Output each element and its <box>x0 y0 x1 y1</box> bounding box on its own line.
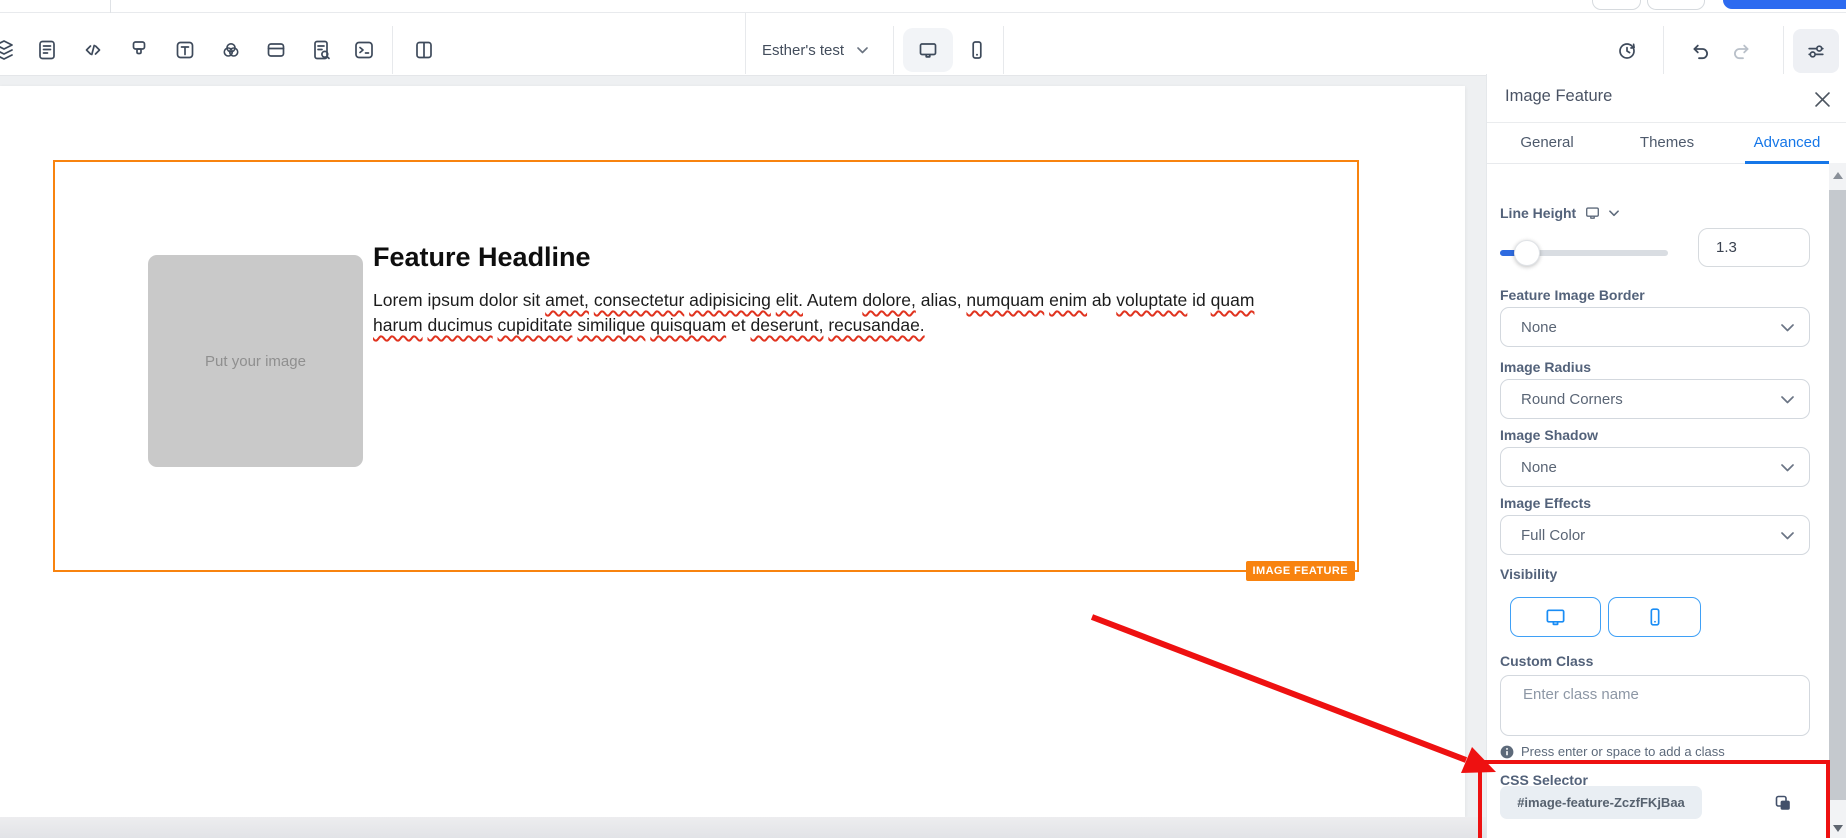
desktop-mini-icon[interactable] <box>1584 206 1601 221</box>
block-type-badge[interactable]: IMAGE FEATURE <box>1246 561 1355 581</box>
image-effects-label: Image Effects <box>1500 495 1591 511</box>
info-icon <box>1500 745 1514 759</box>
chevron-down-icon <box>1781 396 1794 404</box>
image-shadow-label: Image Shadow <box>1500 427 1598 443</box>
notes-icon <box>35 38 59 62</box>
color-circles-icon <box>219 38 243 62</box>
toolbar-divider <box>893 26 894 74</box>
feature-image-border-select[interactable]: None <box>1500 307 1810 347</box>
terminal-icon <box>352 38 376 62</box>
colors-tool-button[interactable] <box>213 32 249 68</box>
feature-image-border-label: Feature Image Border <box>1500 287 1645 303</box>
layers-tool-button[interactable] <box>0 32 22 68</box>
redo-button[interactable] <box>1724 32 1760 68</box>
text-tool-button[interactable] <box>167 32 203 68</box>
toolbar-divider <box>1783 26 1784 74</box>
partial-button-2[interactable] <box>1647 0 1705 10</box>
image-radius-select[interactable]: Round Corners <box>1500 379 1810 419</box>
chevron-down-icon[interactable] <box>1609 210 1619 217</box>
custom-class-hint: Press enter or space to add a class <box>1500 744 1725 759</box>
chevron-down-icon <box>1781 532 1794 540</box>
columns-icon <box>412 38 436 62</box>
notes-tool-button[interactable] <box>29 32 65 68</box>
chevron-down-icon <box>857 47 868 54</box>
close-icon <box>1815 92 1830 107</box>
tab-advanced[interactable]: Advanced <box>1727 122 1846 163</box>
desktop-preview-button[interactable] <box>903 28 953 72</box>
panel-header: Image Feature <box>1487 74 1846 123</box>
card-tool-button[interactable] <box>258 32 294 68</box>
panel-tabs: General Themes Advanced <box>1487 122 1846 164</box>
undo-icon <box>1688 38 1712 62</box>
visibility-mobile-button[interactable] <box>1608 597 1701 637</box>
toolbar-divider <box>392 26 393 74</box>
visibility-label: Visibility <box>1500 566 1557 582</box>
terminal-tool-button[interactable] <box>346 32 382 68</box>
desktop-icon <box>1544 606 1567 629</box>
panel-scrollbar[interactable] <box>1829 163 1846 838</box>
slider-handle[interactable] <box>1514 240 1540 266</box>
top-header-sliver <box>0 0 1846 12</box>
project-name: Esther's test <box>762 42 844 59</box>
scrollbar-thumb[interactable] <box>1829 190 1846 800</box>
partial-primary-button[interactable] <box>1723 0 1846 9</box>
image-shadow-select[interactable]: None <box>1500 447 1810 487</box>
image-effects-select[interactable]: Full Color <box>1500 515 1810 555</box>
text-icon <box>173 38 197 62</box>
toolbar-divider <box>1003 26 1004 74</box>
panel-title: Image Feature <box>1505 87 1612 106</box>
line-height-value-input[interactable] <box>1698 228 1810 267</box>
mobile-preview-button[interactable] <box>955 28 999 72</box>
selected-block-outline[interactable]: IMAGE FEATURE <box>53 160 1359 572</box>
sliders-icon <box>1804 39 1828 63</box>
mobile-icon <box>965 38 989 62</box>
undo-button[interactable] <box>1682 32 1718 68</box>
line-height-label: Line Height <box>1500 205 1619 221</box>
image-radius-label: Image Radius <box>1500 359 1591 375</box>
code-icon <box>81 38 105 62</box>
redo-icon <box>1730 38 1754 62</box>
custom-class-input[interactable] <box>1500 675 1810 736</box>
brush-icon <box>127 38 151 62</box>
card-icon <box>264 38 288 62</box>
toolbar-divider <box>745 13 746 74</box>
tab-general[interactable]: General <box>1487 122 1607 163</box>
settings-button[interactable] <box>1793 29 1839 73</box>
editor-app: Esther's test <box>0 0 1846 838</box>
scrollbar-up-arrow[interactable] <box>1833 172 1843 179</box>
history-icon <box>1615 38 1639 62</box>
document-search-tool-button[interactable] <box>303 32 339 68</box>
history-button[interactable] <box>1609 32 1645 68</box>
code-tool-button[interactable] <box>75 32 111 68</box>
document-search-icon <box>309 38 333 62</box>
mobile-icon <box>1644 606 1666 628</box>
toolbar-divider <box>1663 26 1664 74</box>
brush-tool-button[interactable] <box>121 32 157 68</box>
layers-icon <box>0 38 16 62</box>
annotation-highlight-rectangle <box>1478 760 1830 838</box>
main-toolbar: Esther's test <box>0 12 1846 76</box>
scrollbar-down-arrow[interactable] <box>1833 825 1843 832</box>
visibility-desktop-button[interactable] <box>1510 597 1601 637</box>
custom-class-label: Custom Class <box>1500 653 1593 669</box>
columns-tool-button[interactable] <box>406 32 442 68</box>
header-divider <box>110 0 111 13</box>
design-canvas: IMAGE FEATURE Put your image Feature Hea… <box>0 74 1486 838</box>
project-selector[interactable]: Esther's test <box>762 32 868 68</box>
tab-themes[interactable]: Themes <box>1607 122 1727 163</box>
close-panel-button[interactable] <box>1811 88 1833 110</box>
chevron-down-icon <box>1781 464 1794 472</box>
properties-panel: Image Feature General Themes Advanced Li… <box>1486 74 1846 838</box>
chevron-down-icon <box>1781 324 1794 332</box>
desktop-icon <box>916 38 940 62</box>
partial-button-1[interactable] <box>1592 0 1641 10</box>
